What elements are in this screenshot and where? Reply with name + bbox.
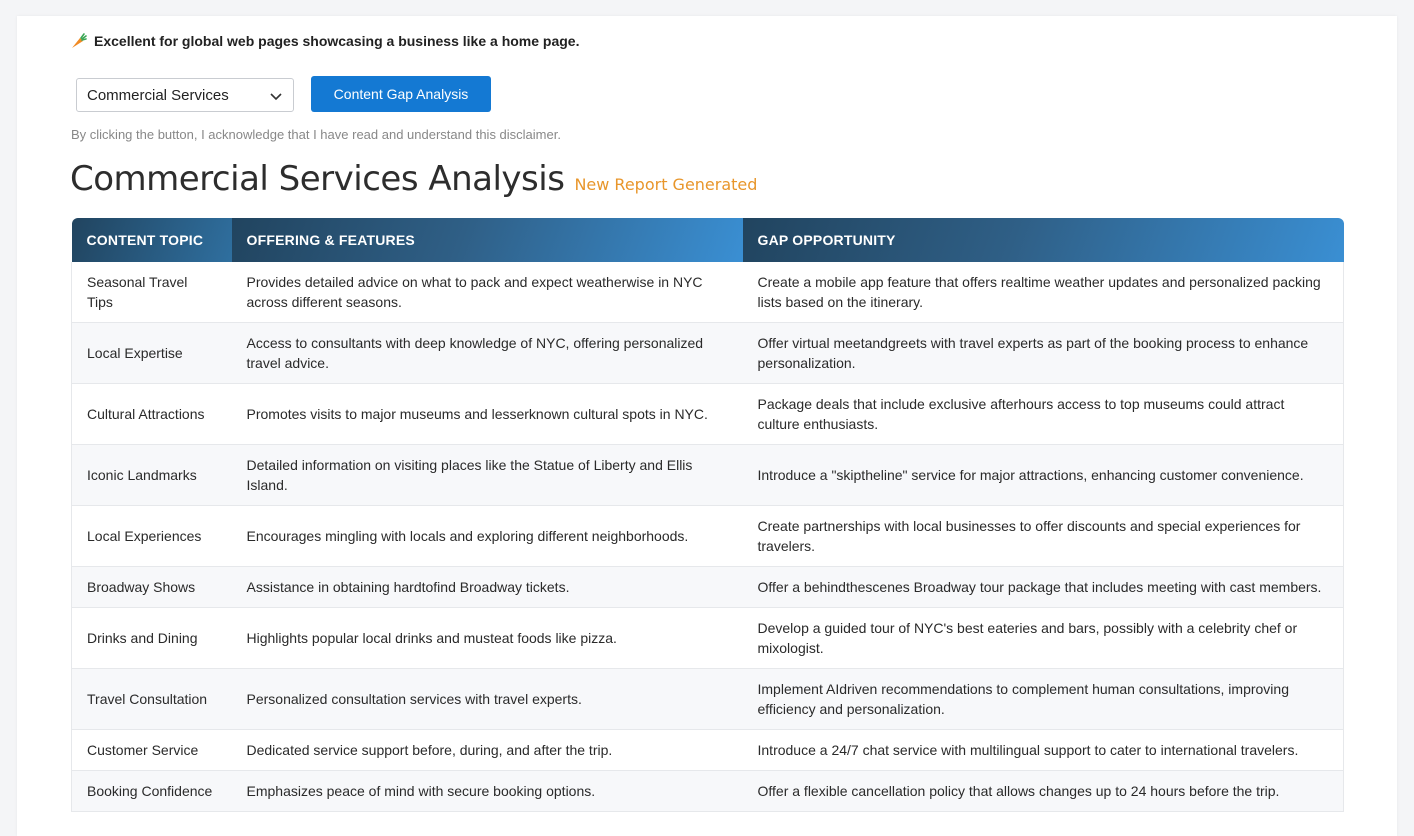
cell-gap: Create partnerships with local businesse… (742, 505, 1344, 567)
table-row: Customer Service Dedicated service suppo… (71, 729, 1344, 771)
cell-topic: Booking Confidence (71, 770, 232, 812)
cell-gap: Offer a flexible cancellation policy tha… (742, 770, 1344, 812)
service-select[interactable]: Commercial Services (76, 78, 294, 112)
carrot-icon (72, 33, 87, 48)
tip-text: Excellent for global web pages showcasin… (94, 33, 580, 49)
main-card: Excellent for global web pages showcasin… (17, 16, 1397, 836)
content-gap-analysis-button[interactable]: Content Gap Analysis (311, 76, 491, 112)
cell-topic: Local Expertise (71, 322, 232, 384)
table-row: Broadway Shows Assistance in obtaining h… (71, 566, 1344, 608)
column-header-offering: OFFERING & FEATURES (231, 218, 743, 262)
tip-banner: Excellent for global web pages showcasin… (70, 32, 579, 50)
cell-topic: Travel Consultation (71, 668, 232, 730)
cell-gap: Package deals that include exclusive aft… (742, 383, 1344, 445)
disclaimer-text: By clicking the button, I acknowledge th… (71, 127, 561, 142)
status-badge: New Report Generated (574, 175, 758, 194)
chevron-down-icon (270, 93, 282, 101)
gap-analysis-table: CONTENT TOPIC OFFERING & FEATURES GAP OP… (71, 218, 1344, 812)
column-header-gap: GAP OPPORTUNITY (742, 218, 1344, 262)
select-value: Commercial Services (87, 86, 229, 104)
report-heading: Commercial Services Analysis New Report … (70, 159, 757, 199)
table-row: Local Expertise Access to consultants wi… (71, 322, 1344, 384)
cell-topic: Customer Service (71, 729, 232, 771)
cell-offering: Detailed information on visiting places … (231, 444, 743, 506)
cell-offering: Highlights popular local drinks and must… (231, 607, 743, 669)
cell-gap: Offer a behindthescenes Broadway tour pa… (742, 566, 1344, 608)
cell-offering: Encourages mingling with locals and expl… (231, 505, 743, 567)
cell-offering: Assistance in obtaining hardtofind Broad… (231, 566, 743, 608)
column-header-topic: CONTENT TOPIC (71, 218, 232, 262)
cell-topic: Seasonal Travel Tips (71, 262, 232, 323)
cell-gap: Develop a guided tour of NYC's best eate… (742, 607, 1344, 669)
cell-offering: Personalized consultation services with … (231, 668, 743, 730)
table-row: Cultural Attractions Promotes visits to … (71, 383, 1344, 445)
cell-topic: Broadway Shows (71, 566, 232, 608)
cell-offering: Promotes visits to major museums and les… (231, 383, 743, 445)
table-row: Booking Confidence Emphasizes peace of m… (71, 770, 1344, 812)
cell-topic: Drinks and Dining (71, 607, 232, 669)
table-row: Drinks and Dining Highlights popular loc… (71, 607, 1344, 669)
cell-offering: Access to consultants with deep knowledg… (231, 322, 743, 384)
table-row: Travel Consultation Personalized consult… (71, 668, 1344, 730)
table-row: Iconic Landmarks Detailed information on… (71, 444, 1344, 506)
page-title: Commercial Services Analysis (70, 159, 565, 199)
cell-offering: Dedicated service support before, during… (231, 729, 743, 771)
cell-gap: Introduce a 24/7 chat service with multi… (742, 729, 1344, 771)
cell-topic: Cultural Attractions (71, 383, 232, 445)
table-row: Seasonal Travel Tips Provides detailed a… (71, 262, 1344, 323)
table-header-row: CONTENT TOPIC OFFERING & FEATURES GAP OP… (71, 218, 1344, 262)
table-row: Local Experiences Encourages mingling wi… (71, 505, 1344, 567)
cell-gap: Create a mobile app feature that offers … (742, 262, 1344, 323)
cell-topic: Iconic Landmarks (71, 444, 232, 506)
cell-gap: Offer virtual meetandgreets with travel … (742, 322, 1344, 384)
cell-gap: Implement AIdriven recommendations to co… (742, 668, 1344, 730)
cell-offering: Provides detailed advice on what to pack… (231, 262, 743, 323)
cell-offering: Emphasizes peace of mind with secure boo… (231, 770, 743, 812)
cell-topic: Local Experiences (71, 505, 232, 567)
cell-gap: Introduce a "skiptheline" service for ma… (742, 444, 1344, 506)
